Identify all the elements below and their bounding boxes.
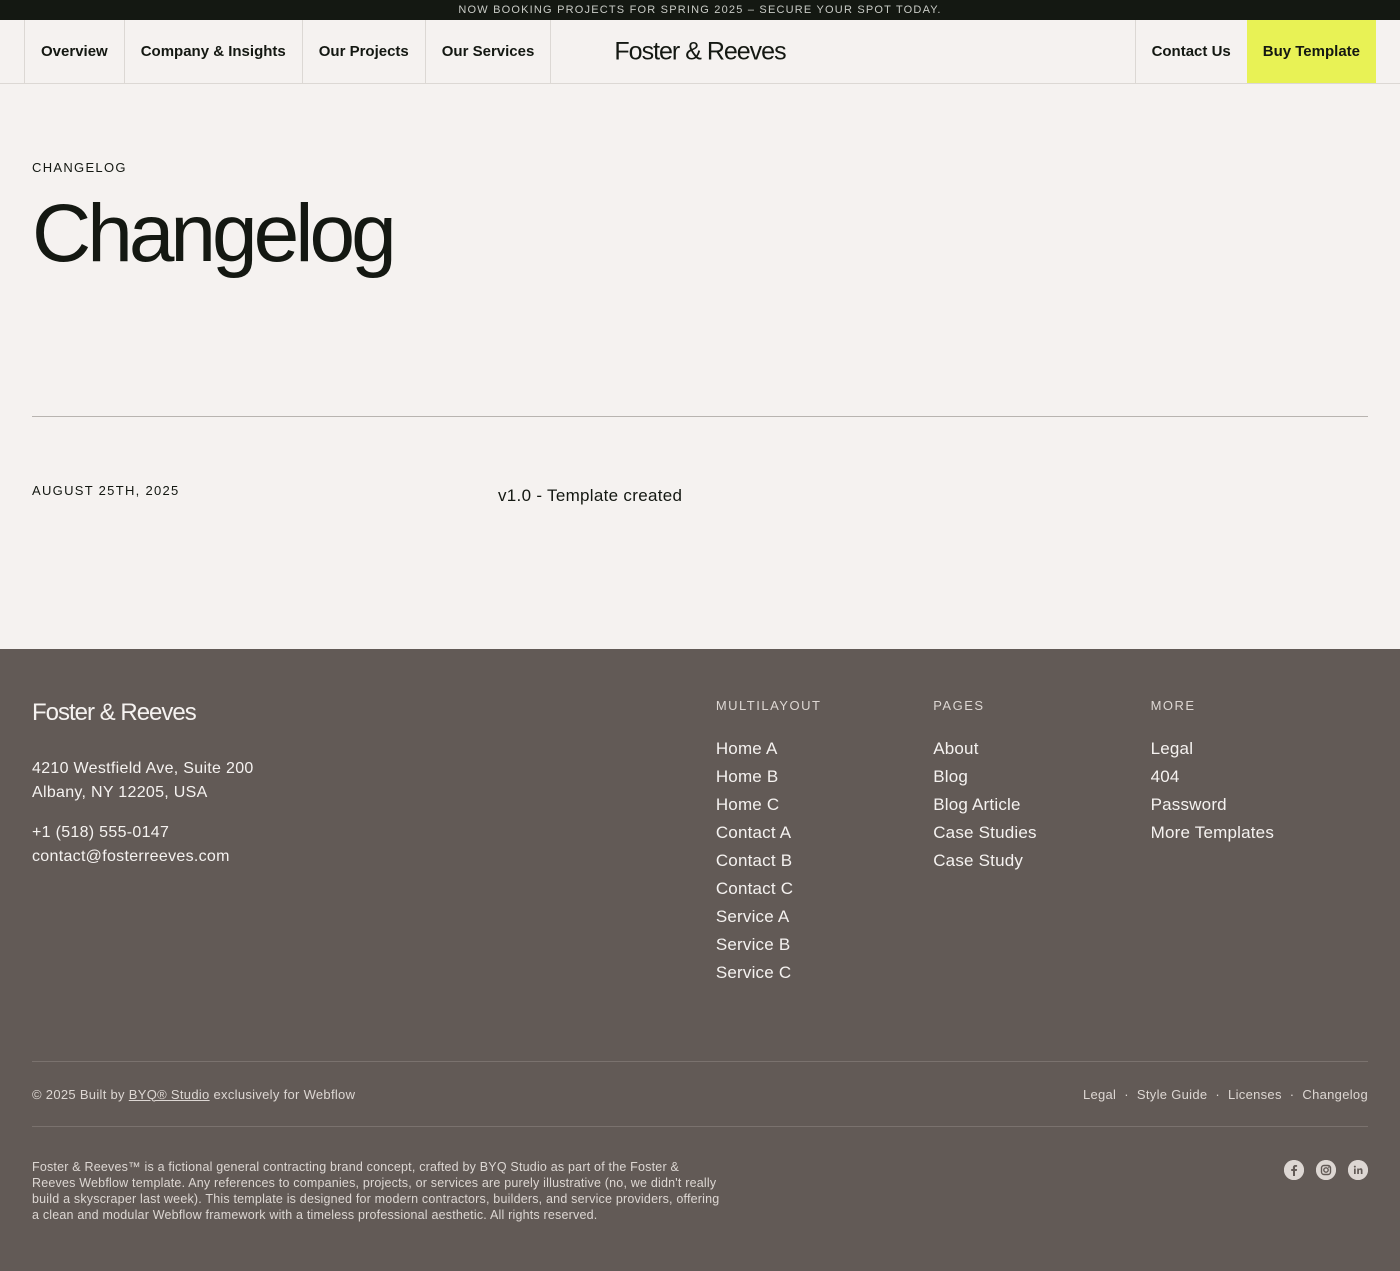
- hero-eyebrow: CHANGELOG: [32, 160, 127, 175]
- main-nav: Overview Company & Insights Our Projects…: [0, 20, 1400, 84]
- footer-link-more-templates[interactable]: More Templates: [1151, 819, 1368, 847]
- disclaimer-text: Foster & Reeves™ is a fictional general …: [32, 1160, 720, 1222]
- nav-left: Overview Company & Insights Our Projects…: [24, 20, 552, 83]
- footer-address: 4210 Westfield Ave, Suite 200 Albany, NY…: [32, 757, 716, 805]
- nav-item-company[interactable]: Company & Insights: [123, 20, 302, 83]
- footer-column-multilayout: MULTILAYOUT Home A Home B Home C Contact…: [716, 695, 933, 1061]
- legal-link-changelog[interactable]: Changelog: [1302, 1087, 1368, 1102]
- footer-meta: © 2025 Built by BYQ® Studio exclusively …: [32, 1062, 1368, 1126]
- copyright-prefix: © 2025 Built by: [32, 1086, 125, 1102]
- footer-column-pages: PAGES About Blog Blog Article Case Studi…: [933, 695, 1150, 1061]
- legal-link-licenses[interactable]: Licenses: [1228, 1087, 1282, 1102]
- separator-dot: ·: [1215, 1086, 1221, 1102]
- legal-links: Legal · Style Guide · Licenses · Changel…: [1083, 1087, 1368, 1102]
- page-title: Changelog: [32, 188, 397, 279]
- footer-link-contact-c[interactable]: Contact C: [716, 875, 933, 903]
- social-links: [1284, 1159, 1368, 1223]
- byq-studio-link[interactable]: BYQ® Studio: [129, 1087, 210, 1102]
- footer-link-legal[interactable]: Legal: [1151, 735, 1368, 763]
- column-title: PAGES: [933, 698, 985, 713]
- buy-template-button[interactable]: Buy Template: [1246, 20, 1376, 83]
- address-line-1: 4210 Westfield Ave, Suite 200: [32, 760, 254, 777]
- separator-dot: ·: [1124, 1086, 1129, 1102]
- footer-column-more: MORE Legal 404 Password More Templates: [1151, 695, 1368, 1061]
- entry-text: v1.0 - Template created: [498, 486, 683, 505]
- site-footer: Foster & Reeves 4210 Westfield Ave, Suit…: [0, 649, 1400, 1271]
- footer-link-contact-a[interactable]: Contact A: [716, 819, 933, 847]
- footer-link-password[interactable]: Password: [1151, 791, 1368, 819]
- entry-date: AUGUST 25TH, 2025: [32, 483, 180, 498]
- contact-us-link[interactable]: Contact Us: [1134, 20, 1247, 83]
- footer-contact: +1 (518) 555-0147 contact@fosterreeves.c…: [32, 821, 716, 869]
- footer-link-404[interactable]: 404: [1151, 763, 1368, 791]
- linkedin-icon[interactable]: [1348, 1160, 1368, 1180]
- column-title: MULTILAYOUT: [715, 698, 822, 713]
- copyright: © 2025 Built by BYQ® Studio exclusively …: [32, 1087, 355, 1102]
- facebook-icon[interactable]: [1284, 1160, 1304, 1180]
- footer-link-blog[interactable]: Blog: [933, 763, 1150, 791]
- nav-item-services[interactable]: Our Services: [424, 20, 552, 83]
- footer-top: Foster & Reeves 4210 Westfield Ave, Suit…: [32, 649, 1368, 1061]
- column-links: Home A Home B Home C Contact A Contact B…: [716, 735, 933, 987]
- footer-brand: Foster & Reeves 4210 Westfield Ave, Suit…: [32, 695, 716, 1061]
- footer-link-service-b[interactable]: Service B: [716, 931, 933, 959]
- legal-link-legal[interactable]: Legal: [1083, 1087, 1116, 1102]
- address-line-2: Albany, NY 12205, USA: [32, 784, 208, 801]
- phone-link[interactable]: +1 (518) 555-0147: [32, 821, 716, 845]
- separator-dot: ·: [1289, 1086, 1295, 1102]
- footer-link-service-c[interactable]: Service C: [716, 959, 933, 987]
- instagram-icon[interactable]: [1316, 1160, 1336, 1180]
- footer-link-home-b[interactable]: Home B: [716, 763, 933, 791]
- footer-link-blog-article[interactable]: Blog Article: [933, 791, 1150, 819]
- legal-link-style-guide[interactable]: Style Guide: [1137, 1087, 1208, 1102]
- footer-link-home-a[interactable]: Home A: [716, 735, 933, 763]
- nav-right: Contact Us Buy Template: [1134, 20, 1376, 83]
- footer-link-service-a[interactable]: Service A: [716, 903, 933, 931]
- column-title: MORE: [1150, 698, 1196, 713]
- footer-link-case-study[interactable]: Case Study: [933, 847, 1150, 875]
- footer-link-contact-b[interactable]: Contact B: [716, 847, 933, 875]
- column-links: Legal 404 Password More Templates: [1151, 735, 1368, 847]
- email-link[interactable]: contact@fosterreeves.com: [32, 845, 716, 869]
- announcement-bar: NOW BOOKING PROJECTS FOR SPRING 2025 – S…: [0, 0, 1400, 20]
- footer-link-about[interactable]: About: [933, 735, 1150, 763]
- footer-logo[interactable]: Foster & Reeves: [32, 699, 716, 727]
- footer-link-case-studies[interactable]: Case Studies: [933, 819, 1150, 847]
- footer-bottom: Foster & Reeves™ is a fictional general …: [32, 1127, 1368, 1223]
- nav-item-overview[interactable]: Overview: [24, 20, 124, 83]
- column-links: About Blog Blog Article Case Studies Cas…: [933, 735, 1150, 875]
- changelog-entry: AUGUST 25TH, 2025 v1.0 - Template create…: [0, 417, 1400, 649]
- brand-logo[interactable]: Foster & Reeves: [614, 37, 786, 66]
- nav-item-projects[interactable]: Our Projects: [301, 20, 425, 83]
- hero-section: CHANGELOG Changelog: [0, 84, 1400, 416]
- copyright-suffix: exclusively for Webflow: [213, 1086, 356, 1102]
- footer-link-home-c[interactable]: Home C: [716, 791, 933, 819]
